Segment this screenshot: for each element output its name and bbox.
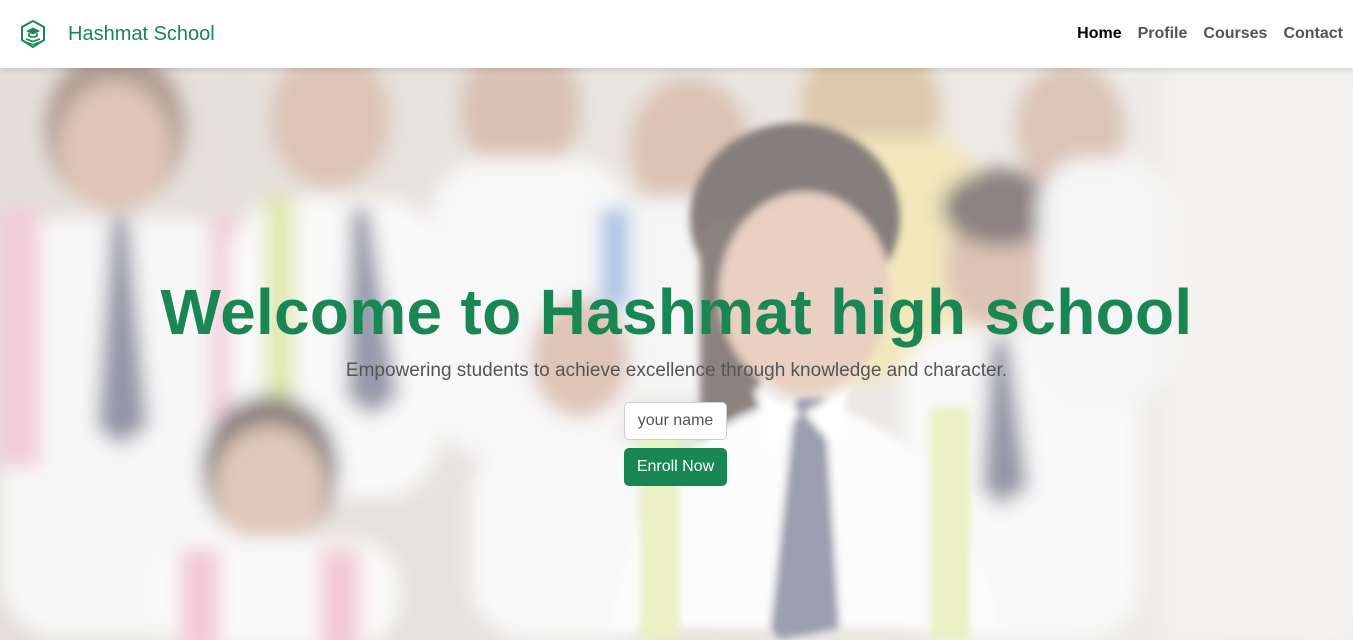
enroll-now-button[interactable]: Enroll Now	[624, 448, 727, 486]
name-input[interactable]	[624, 402, 727, 440]
nav-link-courses[interactable]: Courses	[1203, 25, 1267, 42]
brand-link[interactable]: Hashmat School	[20, 20, 215, 48]
nav-link-profile[interactable]: Profile	[1138, 25, 1188, 42]
hero-content: Welcome to Hashmat high school Empowerin…	[0, 68, 1353, 640]
hero-title: Welcome to Hashmat high school	[160, 276, 1193, 348]
hero-subtitle: Empowering students to achieve excellenc…	[345, 360, 1008, 381]
nav-menu: Home Profile Courses Contact	[1077, 25, 1343, 43]
graduation-cap-book-icon	[21, 20, 45, 48]
navbar: Hashmat School Home Profile Courses Cont…	[0, 0, 1353, 68]
nav-link-contact[interactable]: Contact	[1283, 25, 1343, 42]
nav-link-home[interactable]: Home	[1077, 25, 1121, 42]
brand-name: Hashmat School	[68, 22, 215, 45]
hero-section: Welcome to Hashmat high school Empowerin…	[0, 68, 1353, 640]
